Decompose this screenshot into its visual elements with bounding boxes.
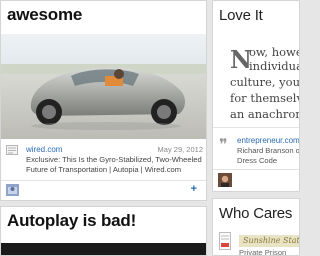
post-date: May 29, 2012 — [157, 145, 203, 154]
add-button[interactable]: + — [191, 183, 197, 195]
card-who-cares[interactable]: Who Cares Sunshine State Private Prison — [212, 198, 300, 256]
card-love-it[interactable]: Love It N ow, howeve individualiz cultur… — [212, 0, 300, 192]
card-title[interactable]: Who Cares — [219, 205, 292, 222]
document-icon — [6, 145, 18, 155]
article-subtitle[interactable]: Private Prison — [239, 248, 286, 255]
card-title[interactable]: Autoplay is bad! — [7, 211, 136, 231]
quote-line: ow, howeve — [249, 45, 299, 59]
source-link[interactable]: wired.com — [26, 145, 62, 154]
article-photo[interactable] — [1, 34, 207, 139]
description-line: Richard Branson o — [237, 146, 300, 155]
card-title[interactable]: awesome — [7, 5, 82, 25]
avatar[interactable] — [6, 184, 19, 196]
avatar[interactable] — [218, 173, 232, 187]
article-meta: wired.com May 29, 2012 Exclusive: This I… — [6, 143, 203, 189]
divider — [213, 127, 299, 128]
quote-line: culture, your a — [230, 75, 300, 89]
video-thumbnail[interactable] — [1, 243, 206, 255]
source-link[interactable]: entrepreneur.com — [237, 136, 299, 145]
quote-line: individualiz — [249, 59, 299, 73]
card-autoplay[interactable]: Autoplay is bad! — [0, 206, 207, 256]
card-awesome[interactable]: awesome wired.com May 29, 2012 Exclusive… — [0, 0, 207, 201]
divider — [213, 169, 299, 170]
article-description[interactable]: Richard Branson o Dress Code — [237, 146, 300, 166]
description-line: Dress Code — [237, 156, 278, 165]
thumbnail-text: Sunshine State — [243, 236, 300, 245]
quote-line: for themselves — [230, 91, 299, 105]
pdf-icon — [219, 232, 231, 250]
quote-icon: ❞ — [219, 135, 228, 154]
card-title[interactable]: Love It — [219, 7, 263, 24]
divider — [1, 180, 206, 181]
article-description[interactable]: Exclusive: This Is the Gyro-Stabilized, … — [26, 155, 203, 175]
quote-line: an anachronis — [230, 107, 299, 121]
